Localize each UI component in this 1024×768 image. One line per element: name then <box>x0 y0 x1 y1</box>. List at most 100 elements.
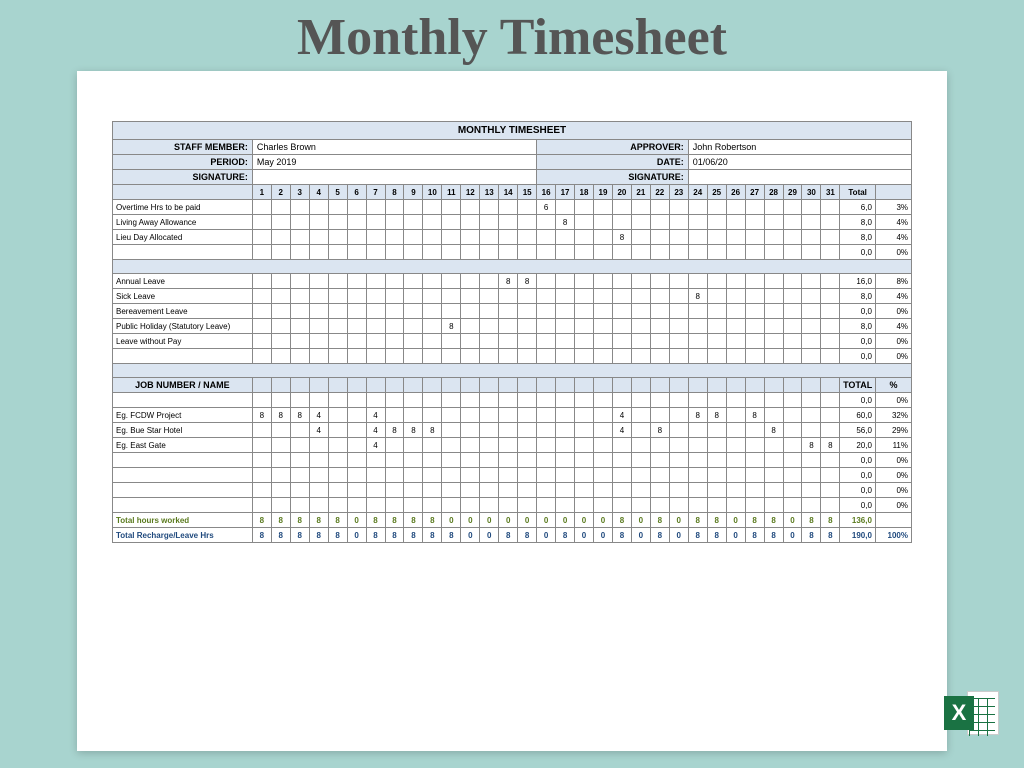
hours-cell[interactable] <box>271 468 290 483</box>
hours-cell[interactable] <box>309 349 328 364</box>
hours-cell[interactable] <box>669 274 688 289</box>
hours-cell[interactable] <box>631 274 650 289</box>
hours-cell[interactable] <box>442 289 461 304</box>
hours-cell[interactable] <box>764 200 783 215</box>
hours-cell[interactable] <box>328 289 347 304</box>
hours-cell[interactable] <box>423 393 442 408</box>
hours-cell[interactable] <box>669 334 688 349</box>
hours-cell[interactable] <box>366 230 385 245</box>
hours-cell[interactable] <box>309 468 328 483</box>
hours-cell[interactable] <box>783 334 802 349</box>
hours-cell[interactable] <box>309 274 328 289</box>
hours-cell[interactable] <box>271 393 290 408</box>
hours-cell[interactable]: 8 <box>385 423 404 438</box>
hours-cell[interactable] <box>593 408 612 423</box>
hours-cell[interactable] <box>309 230 328 245</box>
hours-cell[interactable]: 8 <box>442 319 461 334</box>
hours-cell[interactable] <box>271 245 290 260</box>
hours-cell[interactable] <box>518 215 537 230</box>
hours-cell[interactable] <box>404 334 423 349</box>
hours-cell[interactable] <box>593 349 612 364</box>
hours-cell[interactable] <box>404 215 423 230</box>
hours-cell[interactable] <box>290 200 309 215</box>
hours-cell[interactable] <box>423 304 442 319</box>
hours-cell[interactable] <box>669 245 688 260</box>
hours-cell[interactable]: 4 <box>366 423 385 438</box>
hours-cell[interactable] <box>347 408 366 423</box>
hours-cell[interactable] <box>707 423 726 438</box>
hours-cell[interactable] <box>252 245 271 260</box>
hours-cell[interactable] <box>669 230 688 245</box>
hours-cell[interactable] <box>423 498 442 513</box>
hours-cell[interactable] <box>271 334 290 349</box>
field-signature[interactable] <box>252 170 536 185</box>
hours-cell[interactable] <box>802 215 821 230</box>
hours-cell[interactable]: 8 <box>499 274 518 289</box>
hours-cell[interactable] <box>537 423 556 438</box>
hours-cell[interactable] <box>802 483 821 498</box>
hours-cell[interactable] <box>575 423 594 438</box>
hours-cell[interactable] <box>290 215 309 230</box>
hours-cell[interactable] <box>499 304 518 319</box>
hours-cell[interactable] <box>612 334 631 349</box>
hours-cell[interactable] <box>631 453 650 468</box>
hours-cell[interactable] <box>328 304 347 319</box>
hours-cell[interactable] <box>537 453 556 468</box>
hours-cell[interactable] <box>764 334 783 349</box>
hours-cell[interactable] <box>366 289 385 304</box>
hours-cell[interactable] <box>745 245 764 260</box>
hours-cell[interactable] <box>518 468 537 483</box>
hours-cell[interactable] <box>783 245 802 260</box>
hours-cell[interactable] <box>328 483 347 498</box>
hours-cell[interactable] <box>252 498 271 513</box>
hours-cell[interactable] <box>499 230 518 245</box>
hours-cell[interactable]: 8 <box>290 408 309 423</box>
hours-cell[interactable] <box>366 215 385 230</box>
hours-cell[interactable] <box>385 215 404 230</box>
hours-cell[interactable]: 8 <box>423 423 442 438</box>
hours-cell[interactable] <box>252 200 271 215</box>
hours-cell[interactable] <box>537 304 556 319</box>
hours-cell[interactable] <box>745 215 764 230</box>
hours-cell[interactable] <box>461 498 480 513</box>
hours-cell[interactable] <box>290 319 309 334</box>
hours-cell[interactable] <box>537 468 556 483</box>
hours-cell[interactable] <box>442 498 461 513</box>
hours-cell[interactable] <box>612 304 631 319</box>
hours-cell[interactable] <box>252 483 271 498</box>
hours-cell[interactable] <box>404 453 423 468</box>
hours-cell[interactable] <box>612 453 631 468</box>
hours-cell[interactable] <box>631 393 650 408</box>
hours-cell[interactable] <box>442 408 461 423</box>
hours-cell[interactable] <box>499 200 518 215</box>
hours-cell[interactable] <box>461 393 480 408</box>
hours-cell[interactable] <box>404 393 423 408</box>
hours-cell[interactable] <box>783 304 802 319</box>
hours-cell[interactable] <box>366 200 385 215</box>
hours-cell[interactable] <box>650 230 669 245</box>
hours-cell[interactable] <box>783 200 802 215</box>
hours-cell[interactable] <box>385 334 404 349</box>
hours-cell[interactable] <box>480 319 499 334</box>
hours-cell[interactable] <box>612 200 631 215</box>
hours-cell[interactable] <box>328 215 347 230</box>
hours-cell[interactable] <box>518 423 537 438</box>
hours-cell[interactable] <box>821 215 840 230</box>
hours-cell[interactable]: 8 <box>688 289 707 304</box>
hours-cell[interactable] <box>707 215 726 230</box>
hours-cell[interactable] <box>423 349 442 364</box>
hours-cell[interactable] <box>328 438 347 453</box>
hours-cell[interactable] <box>764 230 783 245</box>
hours-cell[interactable]: 8 <box>612 230 631 245</box>
hours-cell[interactable] <box>593 304 612 319</box>
hours-cell[interactable] <box>650 274 669 289</box>
hours-cell[interactable] <box>821 349 840 364</box>
hours-cell[interactable] <box>252 304 271 319</box>
hours-cell[interactable] <box>688 468 707 483</box>
hours-cell[interactable] <box>252 453 271 468</box>
hours-cell[interactable] <box>556 483 575 498</box>
hours-cell[interactable] <box>707 319 726 334</box>
hours-cell[interactable] <box>745 483 764 498</box>
hours-cell[interactable] <box>802 289 821 304</box>
hours-cell[interactable] <box>650 245 669 260</box>
